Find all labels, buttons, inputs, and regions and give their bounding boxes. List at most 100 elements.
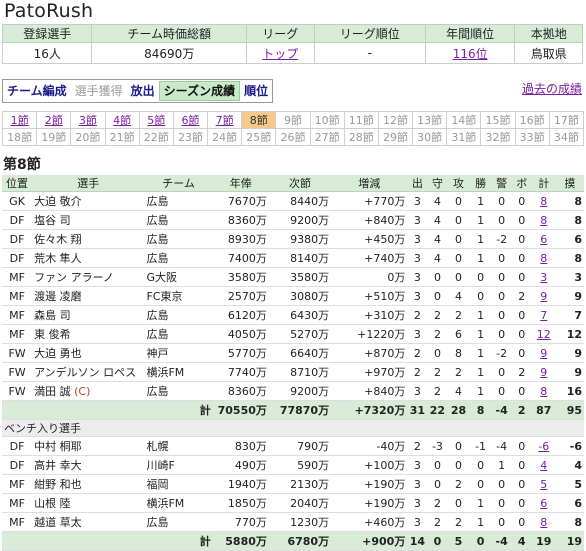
cell: 3 [407,210,428,230]
cell: 8 [531,512,556,532]
round-link[interactable]: 5節 [147,114,165,127]
cell: 広島 [144,248,213,268]
cell: 3 [407,455,428,475]
summary-header: 登録選手 [1,24,93,43]
tab-2[interactable]: 放出 [127,82,159,100]
player-name: 荒木 隼人 [34,252,82,265]
player-name: 中村 桐耶 [34,440,82,453]
cell: 3580万 [268,267,332,287]
round-link[interactable]: 1節 [11,114,29,127]
past-results-link[interactable]: 過去の成績 [522,80,582,97]
cell: 0 [511,191,532,211]
column-header: 年俸 [212,175,269,192]
column-header: 次節 [268,175,332,192]
column-header: 勝 [469,175,492,192]
cell: 4 [427,191,448,211]
points-detail-link[interactable]: 8 [540,385,547,398]
cell: アンデルソン ロペス [32,362,145,382]
cell: 7740万 [212,362,269,382]
round-cell: 9節 [275,111,311,129]
cell: 4 [427,229,448,249]
cell: 広島 [144,229,213,249]
cell: 2 [427,305,448,325]
summary-header: 年間順位 [424,24,516,43]
points-detail-link[interactable]: 6 [540,233,547,246]
cell: 7 [531,305,556,325]
cell: DF [2,455,33,475]
cell: 2 [427,493,448,513]
cell: 0 [511,381,532,401]
round-link[interactable]: 7節 [216,114,234,127]
points-detail-link[interactable]: 3 [540,271,547,284]
player-name: 山根 陸 [34,497,71,510]
cell: 0 [491,191,512,211]
points-detail-link[interactable]: 9 [540,366,547,379]
cell: GK [2,191,33,211]
player-name: 塩谷 司 [34,214,71,227]
round-link[interactable]: 6節 [181,114,199,127]
cell: MF [2,286,33,306]
cell: 8360万 [212,210,269,230]
player-row: MF 森島 司広島 6120万 6430万 +310万 2 2 2 1 0 0 7 7 [2,305,584,325]
cell: 2570万 [212,286,269,306]
player-name: 東 俊希 [34,328,71,341]
league-link[interactable]: トップ [262,47,298,61]
round-cell: 12節 [377,111,414,129]
cell: 9200万 [268,381,332,401]
cell: 0 [447,267,470,287]
round-link[interactable]: 2節 [45,114,63,127]
cell: 9 [555,362,584,382]
cell: 4 [555,455,584,475]
summary-value: 鳥取県 [514,42,583,64]
cell: 8 [555,191,584,211]
cell: 3 [407,493,428,513]
total-cell: 22 [427,400,448,420]
points-detail-link[interactable]: 9 [540,347,547,360]
points-detail-link[interactable]: 8 [540,252,547,265]
cell: +190万 [331,474,408,494]
points-detail-link[interactable]: 12 [537,328,551,341]
points-detail-link[interactable]: 9 [540,290,547,303]
cell: 広島 [144,512,213,532]
cell: +770万 [331,191,408,211]
annual-rank-link[interactable]: 116位 [453,47,488,61]
round-link[interactable]: 3節 [79,114,97,127]
round-cell: 31節 [446,128,482,146]
round-cell: 4節 [104,111,140,129]
total-cell: 87 [531,400,556,420]
points-detail-link[interactable]: 4 [540,459,547,472]
points-detail-link[interactable]: 5 [540,478,547,491]
player-name: ファン アラーノ [34,271,114,284]
tab-0[interactable]: チーム編成 [3,82,71,100]
points-detail-link[interactable]: 6 [540,497,547,510]
round-cell: 22節 [138,128,174,146]
cell: +970万 [331,362,408,382]
points-detail-link[interactable]: 8 [540,516,547,529]
summary-header: リーグ順位 [313,24,426,43]
cell: 0 [511,248,532,268]
summary-header: リーグ [246,24,315,43]
points-detail-link[interactable]: -6 [538,440,549,453]
cell: 2 [427,381,448,401]
cell: 東 俊希 [32,324,145,344]
cell: +840万 [331,381,408,401]
tab-1: 選手獲得 [74,84,123,98]
points-detail-link[interactable]: 8 [540,195,547,208]
cell: 2 [447,305,470,325]
tab-3[interactable]: シーズン成績 [158,81,241,101]
column-header: 攻 [447,175,470,192]
cell: 8 [555,248,584,268]
points-detail-link[interactable]: 8 [540,214,547,227]
cell: DF [2,436,33,456]
cell: 790万 [268,436,332,456]
round-cell: 30節 [412,128,448,146]
cell: -3 [427,436,448,456]
tab-4[interactable]: 順位 [240,82,272,100]
cell: 7 [555,305,584,325]
round-cell: 34節 [548,128,585,146]
round-link[interactable]: 4節 [113,114,131,127]
round-cell: 33節 [514,128,550,146]
cell: 0 [427,286,448,306]
points-detail-link[interactable]: 7 [540,309,547,322]
cell: 12 [531,324,556,344]
